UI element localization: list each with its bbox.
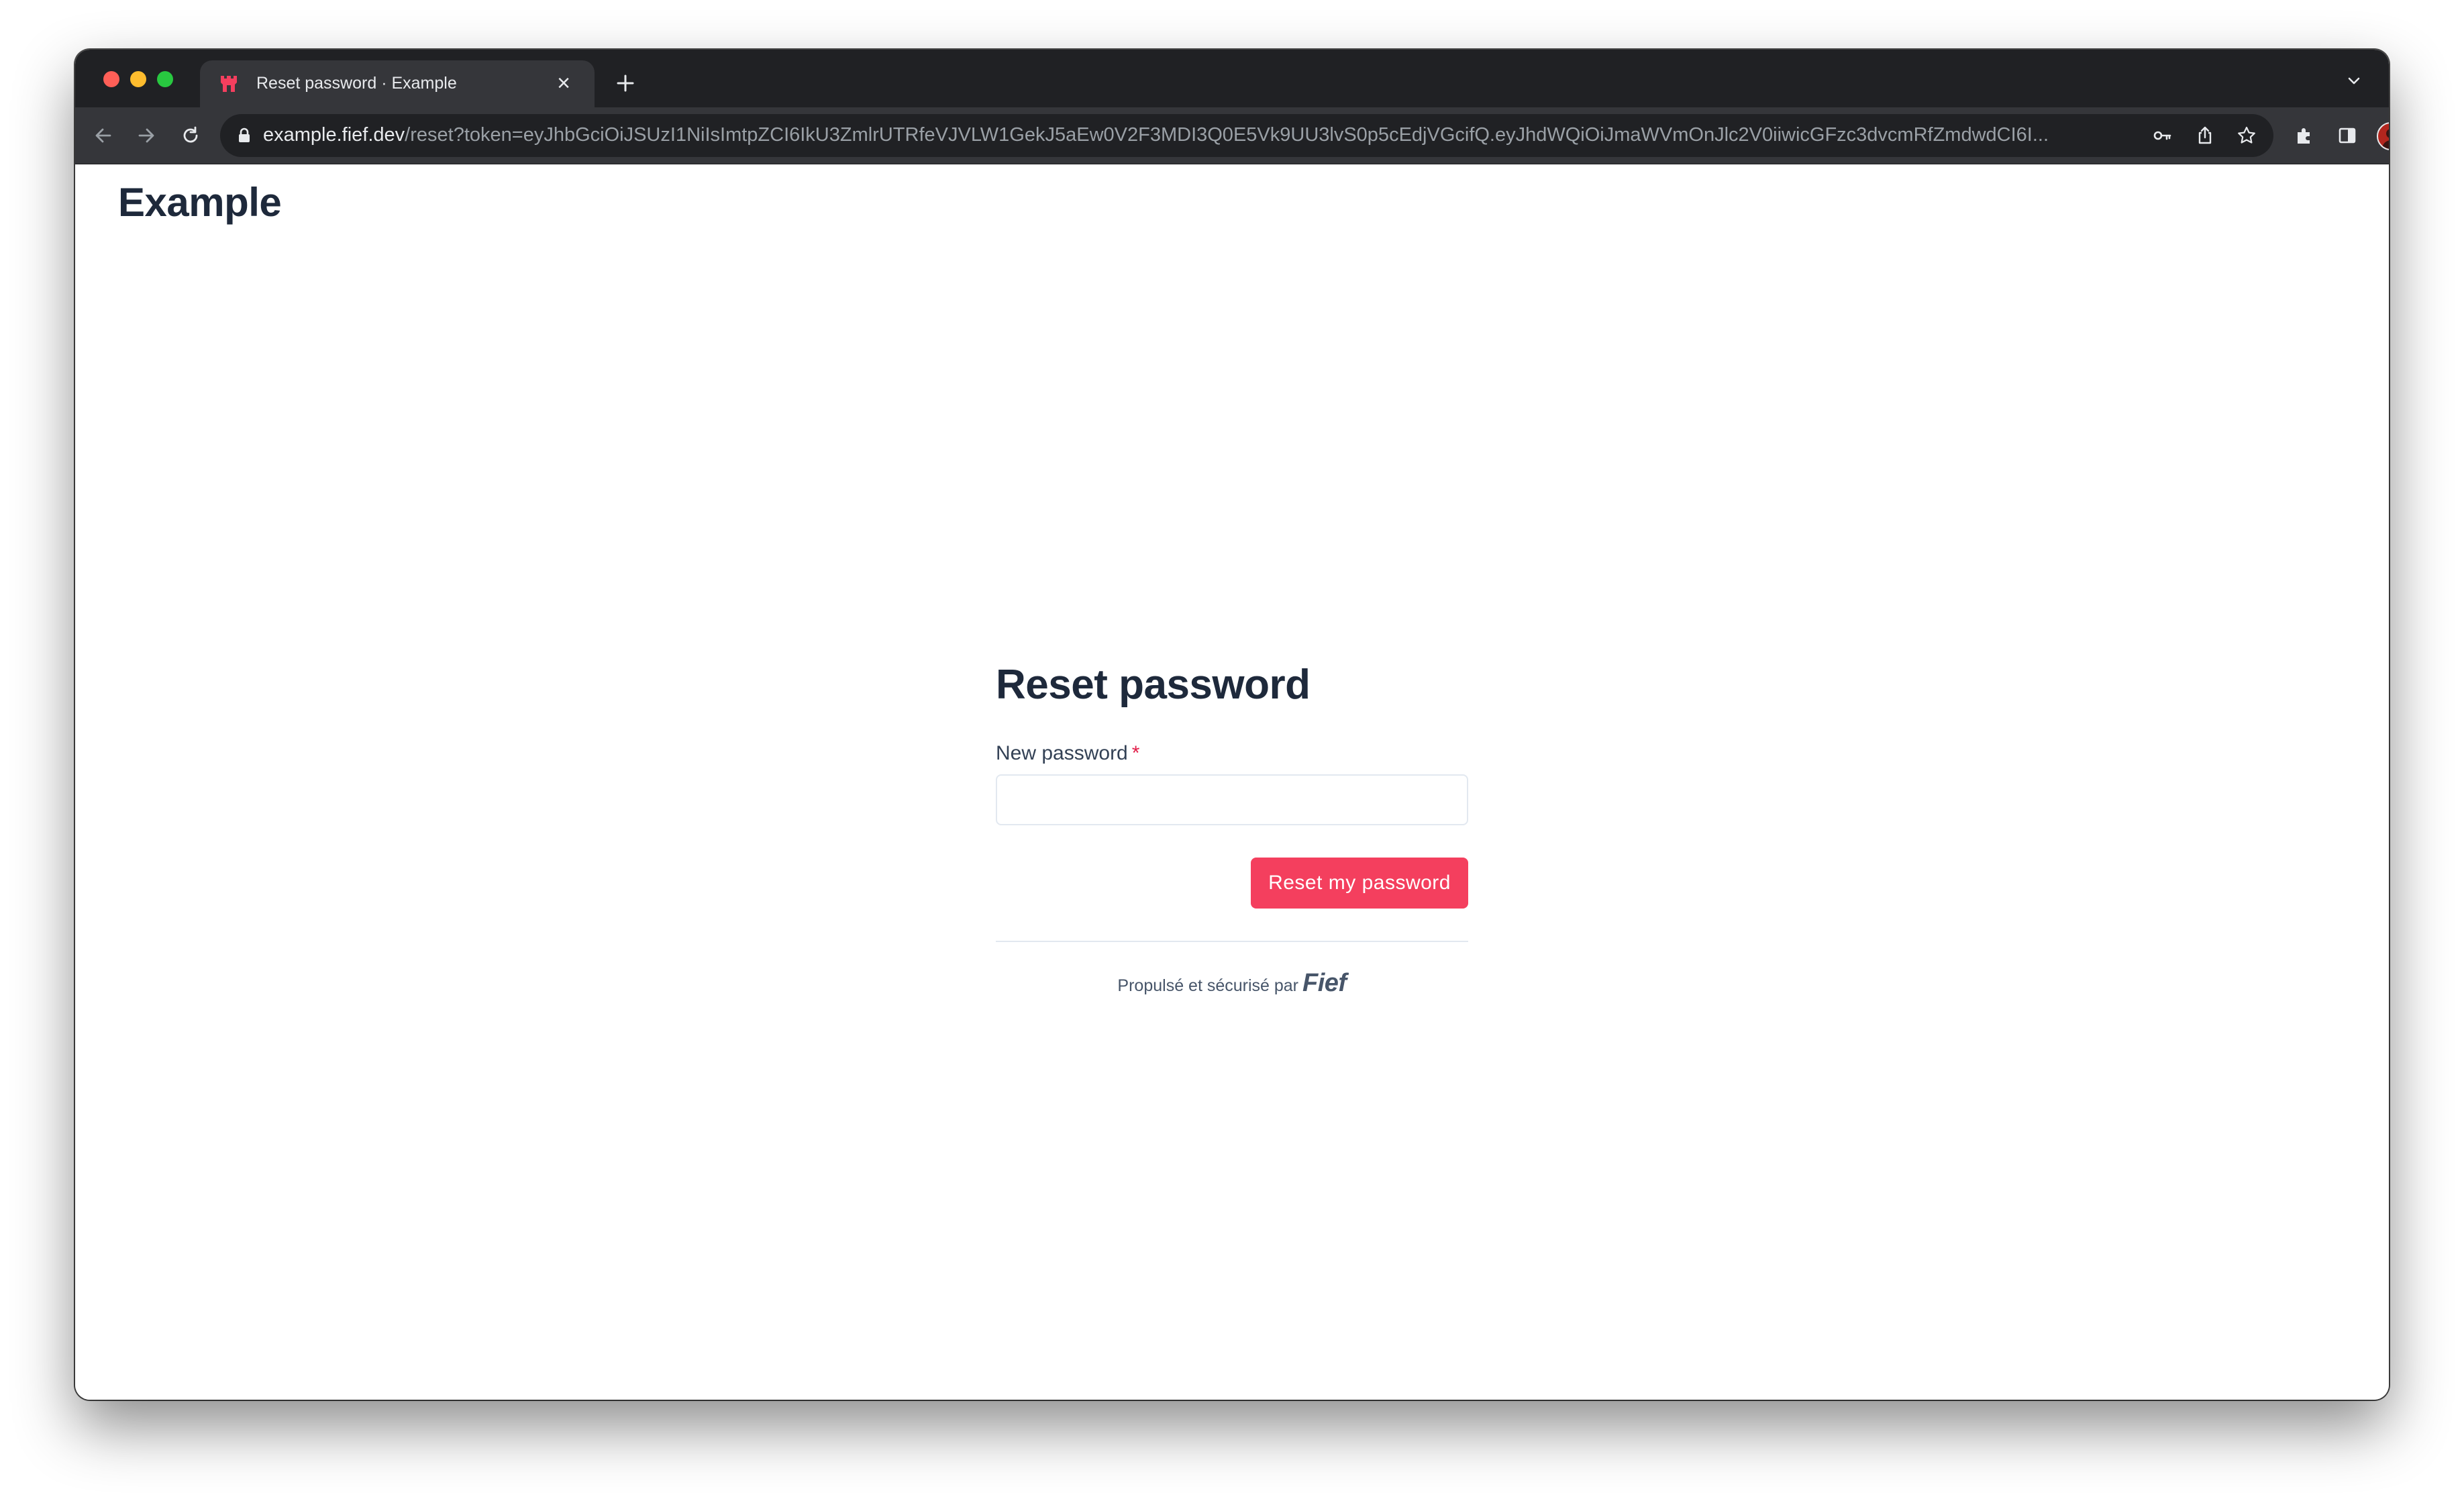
powered-by-text: Propulsé et sécurisé par (1117, 976, 1299, 995)
password-label-text: New password (996, 742, 1128, 764)
tab-strip: Reset password · Example × (75, 50, 2389, 107)
minimize-window-button[interactable] (130, 71, 146, 87)
fief-castle-icon (219, 73, 239, 93)
divider (996, 941, 1468, 942)
close-window-button[interactable] (103, 71, 119, 87)
form-actions: Reset my password (996, 858, 1468, 909)
password-field-label: New password * (996, 742, 1468, 765)
back-button[interactable] (87, 119, 119, 152)
url-text[interactable]: example.fief.dev/reset?token=eyJhbGciOiJ… (263, 124, 2126, 146)
new-password-input[interactable] (996, 774, 1468, 825)
tab-search-button[interactable] (2343, 70, 2365, 91)
lock-icon[interactable] (235, 126, 254, 145)
plus-icon (617, 74, 634, 92)
address-bar[interactable]: example.fief.dev/reset?token=eyJhbGciOiJ… (220, 114, 2273, 157)
reset-password-form: Reset password New password * Reset my pa… (996, 661, 1468, 998)
tab-title: Reset password · Example (256, 74, 457, 93)
extensions-icon[interactable] (2291, 122, 2318, 149)
new-tab-button[interactable] (609, 67, 641, 99)
chevron-down-icon (2348, 77, 2360, 85)
avatar[interactable] (2377, 122, 2389, 150)
reload-icon (183, 126, 198, 143)
key-icon[interactable] (2150, 123, 2174, 148)
page-title: Reset password (996, 662, 1311, 708)
share-icon[interactable] (2193, 123, 2217, 148)
required-marker: * (1131, 742, 1140, 764)
star-icon[interactable] (2235, 123, 2259, 148)
page-content: Example Reset password New password * Res… (75, 164, 2389, 1400)
side-panel-icon[interactable] (2334, 122, 2361, 149)
browser-toolbar: example.fief.dev/reset?token=eyJhbGciOiJ… (75, 107, 2389, 164)
back-icon (95, 128, 111, 143)
tab-close-icon[interactable]: × (550, 70, 577, 97)
url-path: /reset?token=eyJhbGciOiJSUzI1NiIsImtpZCI… (405, 124, 2049, 146)
powered-by-footer: Propulsé et sécurisé par Fief (996, 969, 1468, 998)
reset-password-button[interactable]: Reset my password (1251, 858, 1468, 909)
maximize-window-button[interactable] (157, 71, 173, 87)
fief-logo[interactable]: Fief (1302, 969, 1347, 997)
tab-reset-password[interactable]: Reset password · Example × (200, 60, 595, 107)
browser-window: Reset password · Example × example.fief.… (75, 50, 2389, 1400)
brand-title: Example (118, 180, 282, 225)
forward-icon (138, 128, 154, 143)
url-host: example.fief.dev (263, 124, 405, 146)
reload-button[interactable] (174, 119, 207, 152)
forward-button[interactable] (130, 119, 162, 152)
